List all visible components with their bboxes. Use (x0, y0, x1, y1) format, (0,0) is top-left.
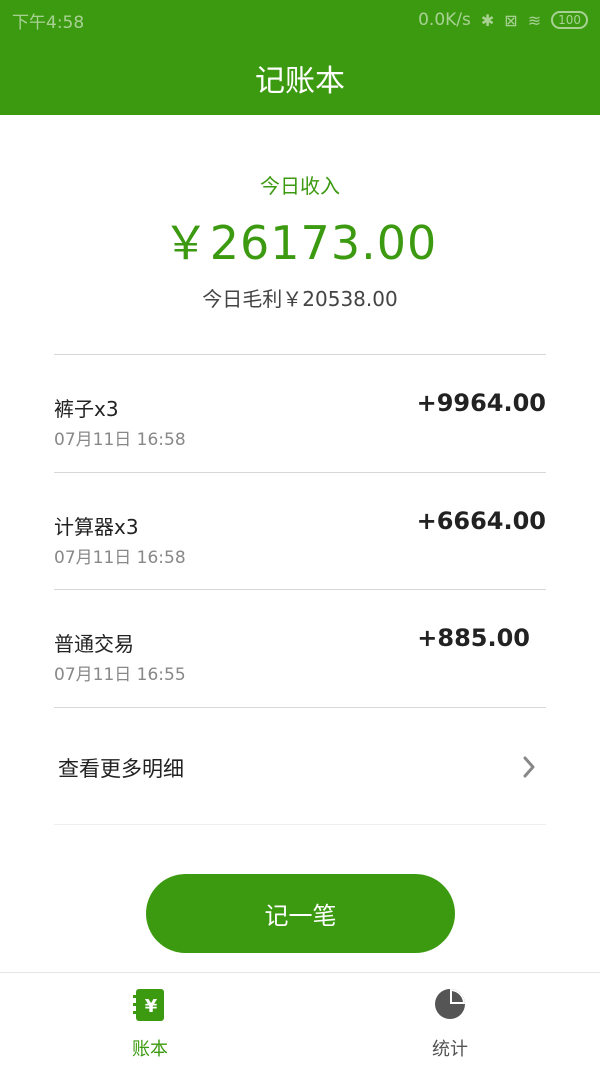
income-value: ￥26173.00 (162, 216, 438, 270)
transaction-row[interactable]: 普通交易 07月11日 16:55 +885.00 (54, 590, 546, 707)
nav-label-statistics: 统计 (432, 1039, 468, 1060)
record-entry-button[interactable]: 记一笔 (146, 874, 455, 953)
transaction-time: 07月11日 16:55 (54, 665, 186, 685)
transaction-title: 普通交易 (54, 632, 134, 656)
transaction-title: 计算器x3 (54, 515, 139, 539)
income-label: 今日收入 (260, 174, 340, 198)
transaction-row[interactable]: 裤子x3 07月11日 16:58 +9964.00 (54, 355, 546, 472)
transaction-amount: +885.00 (417, 624, 530, 652)
nav-item-ledger[interactable]: ¥ 账本 (50, 973, 250, 1068)
transaction-time: 07月11日 16:58 (54, 430, 186, 450)
svg-text:¥: ¥ (145, 996, 158, 1017)
nav-item-statistics[interactable]: 统计 (350, 973, 550, 1068)
wifi-icon: ≋ (527, 10, 542, 30)
page-title: 记账本 (255, 63, 345, 99)
battery-icon: 100 (551, 11, 588, 29)
view-more-label: 查看更多明细 (58, 757, 184, 781)
status-bar: 下午4:58 0.0K/s ✱ ⊠ ≋ 100 (0, 0, 600, 40)
profit-text: 今日毛利￥20538.00 (202, 287, 398, 311)
transaction-row[interactable]: 计算器x3 07月11日 16:58 +6664.00 (54, 473, 546, 590)
today-summary: 今日收入 ￥26173.00 今日毛利￥20538.00 (0, 160, 600, 312)
pie-chart-icon (435, 989, 465, 1019)
chevron-right-icon (523, 756, 535, 778)
network-speed: 0.0K/s (418, 10, 471, 30)
nav-label-ledger: 账本 (132, 1039, 168, 1060)
sim-icon: ⊠ (504, 10, 518, 30)
bluetooth-icon: ✱ (480, 10, 495, 30)
status-time: 下午4:58 (12, 12, 85, 33)
app-bar: 记账本 (0, 40, 600, 115)
view-more-details[interactable]: 查看更多明细 (54, 708, 546, 824)
ledger-icon: ¥ (133, 989, 164, 1021)
bottom-nav: ¥ 账本 统计 (0, 972, 600, 1067)
divider (54, 824, 546, 825)
transaction-time: 07月11日 16:58 (54, 548, 186, 568)
transaction-title: 裤子x3 (54, 397, 119, 421)
record-entry-label: 记一笔 (264, 902, 337, 930)
transaction-amount: +9964.00 (416, 389, 546, 417)
transaction-amount: +6664.00 (416, 507, 546, 535)
status-icons: 0.0K/s ✱ ⊠ ≋ 100 (418, 10, 588, 30)
